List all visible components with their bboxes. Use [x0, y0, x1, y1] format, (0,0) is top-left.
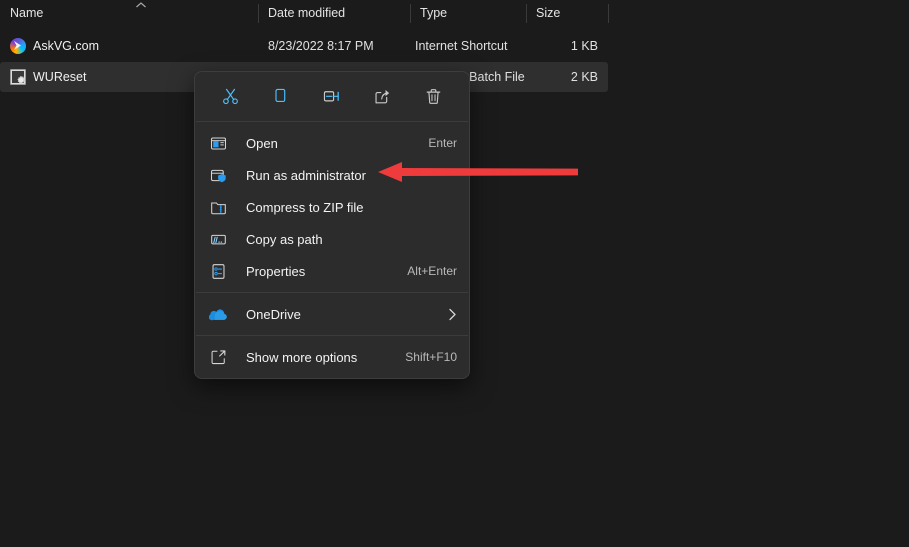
menu-item-accelerator: Enter: [428, 136, 457, 150]
menu-item-copy-as-path[interactable]: Copy as path: [195, 223, 469, 255]
column-header-type[interactable]: Type: [410, 0, 526, 27]
file-date-modified: 8/23/2022 8:17 PM: [268, 31, 374, 61]
scissors-icon: [221, 87, 240, 106]
menu-item-properties[interactable]: Properties Alt+Enter: [195, 255, 469, 287]
file-name: AskVG.com: [33, 31, 99, 61]
trash-icon: [424, 87, 443, 106]
menu-item-open[interactable]: Open Enter: [195, 127, 469, 159]
copy-path-icon: [208, 229, 228, 249]
column-header-date-modified[interactable]: Date modified: [258, 0, 410, 27]
copy-icon: [272, 87, 291, 106]
column-divider[interactable]: [608, 4, 609, 23]
file-size: 1 KB: [536, 31, 598, 61]
shield-icon: [208, 165, 228, 185]
chevron-up-icon: [134, 1, 148, 9]
share-button[interactable]: [364, 80, 402, 114]
file-type: Internet Shortcut: [415, 31, 507, 61]
batch-file-icon: [10, 69, 26, 85]
delete-button[interactable]: [415, 80, 453, 114]
rename-button[interactable]: [313, 80, 351, 114]
zip-folder-icon: [208, 197, 228, 217]
copy-button[interactable]: [262, 80, 300, 114]
rename-icon: [322, 87, 341, 106]
expand-icon: [208, 347, 228, 367]
file-size: 2 KB: [536, 62, 598, 92]
menu-group-onedrive: OneDrive: [195, 293, 469, 335]
menu-item-label: Copy as path: [246, 232, 323, 247]
menu-item-label: OneDrive: [246, 307, 301, 322]
menu-item-label: Properties: [246, 264, 305, 279]
context-menu: Open Enter Run as administrator: [194, 71, 470, 379]
onedrive-cloud-icon: [208, 304, 228, 324]
column-header-name[interactable]: Name: [0, 0, 258, 27]
menu-item-label: Open: [246, 136, 278, 151]
column-header-size[interactable]: Size: [526, 0, 608, 27]
file-name: WUReset: [33, 62, 86, 92]
menu-item-label: Run as administrator: [246, 168, 366, 183]
open-window-icon: [208, 133, 228, 153]
menu-item-run-as-administrator[interactable]: Run as administrator: [195, 159, 469, 191]
context-menu-toolbar: [195, 72, 469, 121]
menu-item-label: Show more options: [246, 350, 357, 365]
cut-button[interactable]: [211, 80, 249, 114]
edge-browser-icon: [10, 38, 26, 54]
properties-icon: [208, 261, 228, 281]
menu-item-accelerator: Alt+Enter: [407, 264, 457, 278]
menu-item-label: Compress to ZIP file: [246, 200, 364, 215]
menu-group-more: Show more options Shift+F10: [195, 336, 469, 378]
chevron-right-icon: [448, 308, 457, 321]
menu-item-show-more-options[interactable]: Show more options Shift+F10: [195, 341, 469, 373]
menu-group-primary: Open Enter Run as administrator: [195, 122, 469, 292]
table-row[interactable]: AskVG.com 8/23/2022 8:17 PM Internet Sho…: [0, 31, 608, 61]
share-icon: [373, 87, 392, 106]
column-header-row: Name Date modified Type Size: [0, 0, 909, 27]
menu-item-compress-to-zip-file[interactable]: Compress to ZIP file: [195, 191, 469, 223]
menu-item-accelerator: Shift+F10: [405, 350, 457, 364]
menu-item-onedrive[interactable]: OneDrive: [195, 298, 469, 330]
